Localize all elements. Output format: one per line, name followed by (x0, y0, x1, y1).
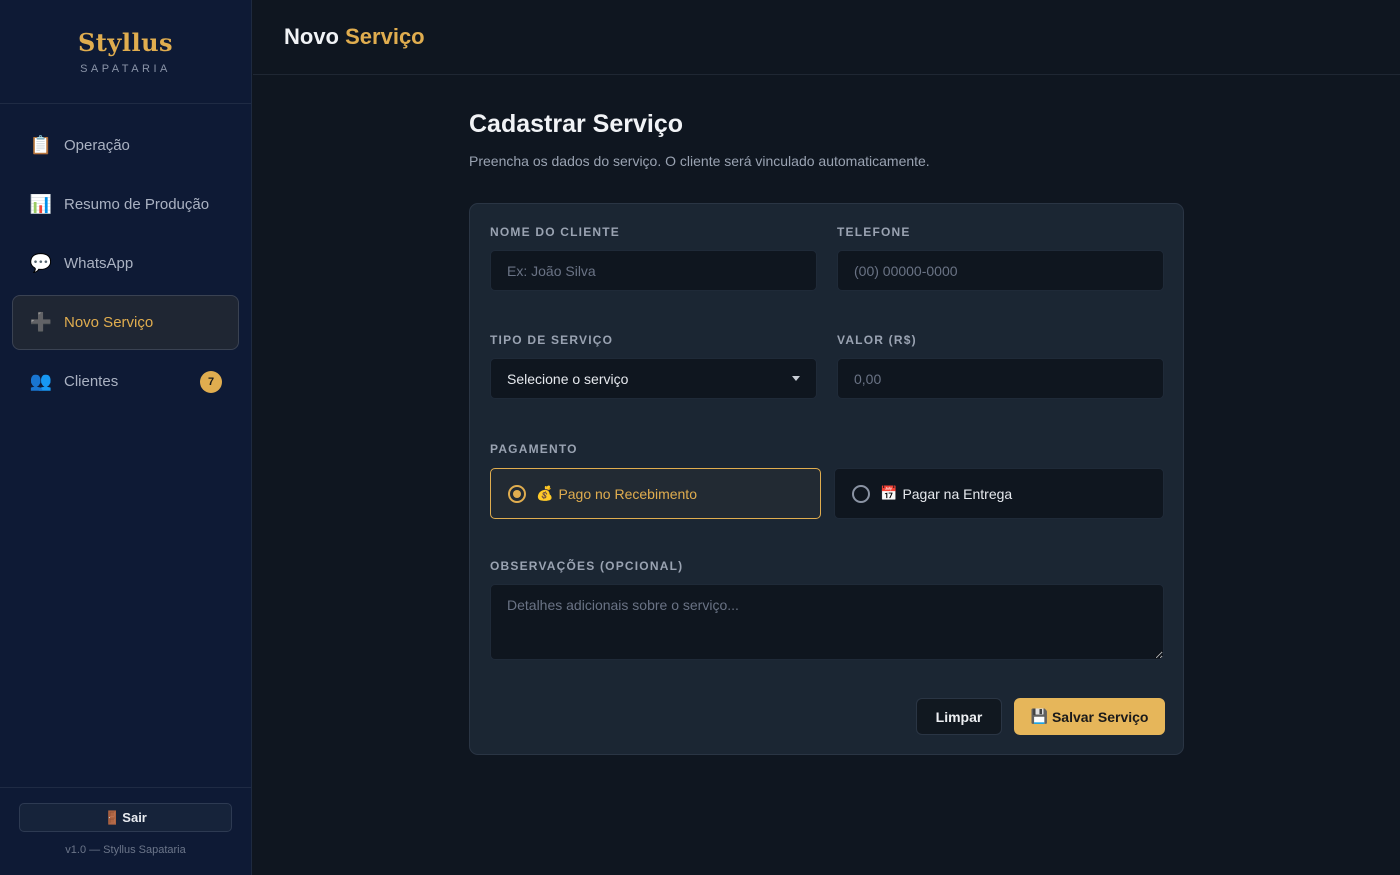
notes-label: OBSERVAÇÕES (OPCIONAL) (490, 559, 684, 573)
sidebar-nav: 📋 Operação 📊 Resumo de Produção 💬 WhatsA… (0, 104, 251, 427)
payment-label: PAGAMENTO (490, 442, 578, 456)
door-icon: 🚪 (104, 809, 121, 825)
price-field: VALOR (R$) (837, 333, 1164, 399)
sidebar-item-label: Operação (64, 137, 130, 154)
payment-options: 💰 Pago no Recebimento 📅 Pagar na Entrega (490, 468, 1164, 519)
clipboard-icon: 📋 (29, 135, 53, 155)
clientes-count-badge: 7 (200, 370, 222, 393)
brand-name: Styllus (77, 28, 174, 57)
sidebar-item-label: WhatsApp (64, 255, 134, 272)
calendar-icon: 📅 (880, 485, 898, 501)
sidebar-footer: 🚪 Sair v1.0 — Styllus Sapataria (0, 787, 251, 875)
sidebar-item-label: Novo Serviço (64, 314, 154, 331)
save-service-button[interactable]: 💾 Salvar Serviço (1014, 698, 1165, 735)
speech-bubble-icon: 💬 (29, 253, 53, 273)
sidebar-item-clientes[interactable]: 👥 Clientes 7 (12, 354, 239, 409)
chevron-down-icon (792, 376, 800, 381)
page-header-title: Novo Serviço (284, 24, 425, 50)
service-type-field: TIPO DE SERVIÇO Selecione o serviço (490, 333, 817, 399)
version-text: v1.0 — Styllus Sapataria (65, 844, 186, 856)
phone-field: TELEFONE (837, 225, 1164, 291)
service-type-label: TIPO DE SERVIÇO (490, 333, 614, 347)
client-name-label: NOME DO CLIENTE (490, 225, 621, 239)
logout-button[interactable]: 🚪 Sair (19, 803, 232, 832)
header-title-accent: Serviço (345, 24, 425, 49)
clear-button[interactable]: Limpar (916, 698, 1002, 735)
service-type-selected: Selecione o serviço (507, 370, 629, 387)
sidebar-item-label: Clientes (64, 373, 119, 390)
main-content: Cadastrar Serviço Preencha os dados do s… (469, 110, 1184, 755)
sidebar-item-label: Resumo de Produção (64, 196, 210, 213)
users-icon: 👥 (29, 371, 53, 391)
logout-label: Sair (122, 810, 147, 825)
phone-label: TELEFONE (837, 225, 911, 239)
brand: Styllus SAPATARIA (0, 0, 251, 104)
client-name-input[interactable] (490, 250, 817, 291)
header-title-main: Novo (284, 24, 339, 49)
client-name-field: NOME DO CLIENTE (490, 225, 817, 291)
radio-selected-icon[interactable] (508, 484, 526, 503)
phone-input[interactable] (837, 250, 1164, 291)
radio-unselected-icon[interactable] (852, 484, 870, 503)
sidebar-item-whatsapp[interactable]: 💬 WhatsApp (12, 236, 239, 291)
plus-icon: ➕ (29, 312, 53, 332)
bar-chart-icon: 📊 (29, 194, 53, 214)
floppy-disk-icon: 💾 (1030, 708, 1048, 724)
payment-option-label: Pagar na Entrega (902, 485, 1013, 502)
save-button-label: Salvar Serviço (1051, 708, 1149, 725)
service-form-card: NOME DO CLIENTE TELEFONE TIPO DE SERVIÇO… (469, 203, 1184, 755)
sidebar-item-operacao[interactable]: 📋 Operação (12, 118, 239, 173)
brand-subtitle: SAPATARIA (80, 63, 171, 75)
sidebar-item-resumo-producao[interactable]: 📊 Resumo de Produção (12, 177, 239, 232)
payment-option-pagar-entrega[interactable]: 📅 Pagar na Entrega (834, 468, 1164, 519)
page-description: Preencha os dados do serviço. O cliente … (469, 153, 930, 169)
sidebar: Styllus SAPATARIA 📋 Operação 📊 Resumo de… (0, 0, 252, 875)
price-input[interactable] (837, 358, 1164, 399)
payment-option-label: Pago no Recebimento (558, 485, 697, 502)
payment-option-pago-recebimento[interactable]: 💰 Pago no Recebimento (490, 468, 821, 519)
service-type-select[interactable]: Selecione o serviço (490, 358, 817, 399)
payment-field: PAGAMENTO (490, 442, 578, 456)
money-bag-icon: 💰 (536, 485, 554, 501)
notes-field: OBSERVAÇÕES (OPCIONAL) (490, 559, 1164, 665)
price-label: VALOR (R$) (837, 333, 917, 347)
page-title: Cadastrar Serviço (469, 110, 684, 138)
sidebar-item-novo-servico[interactable]: ➕ Novo Serviço (12, 295, 239, 350)
notes-textarea[interactable] (490, 584, 1164, 660)
top-header: Novo Serviço (253, 0, 1400, 75)
